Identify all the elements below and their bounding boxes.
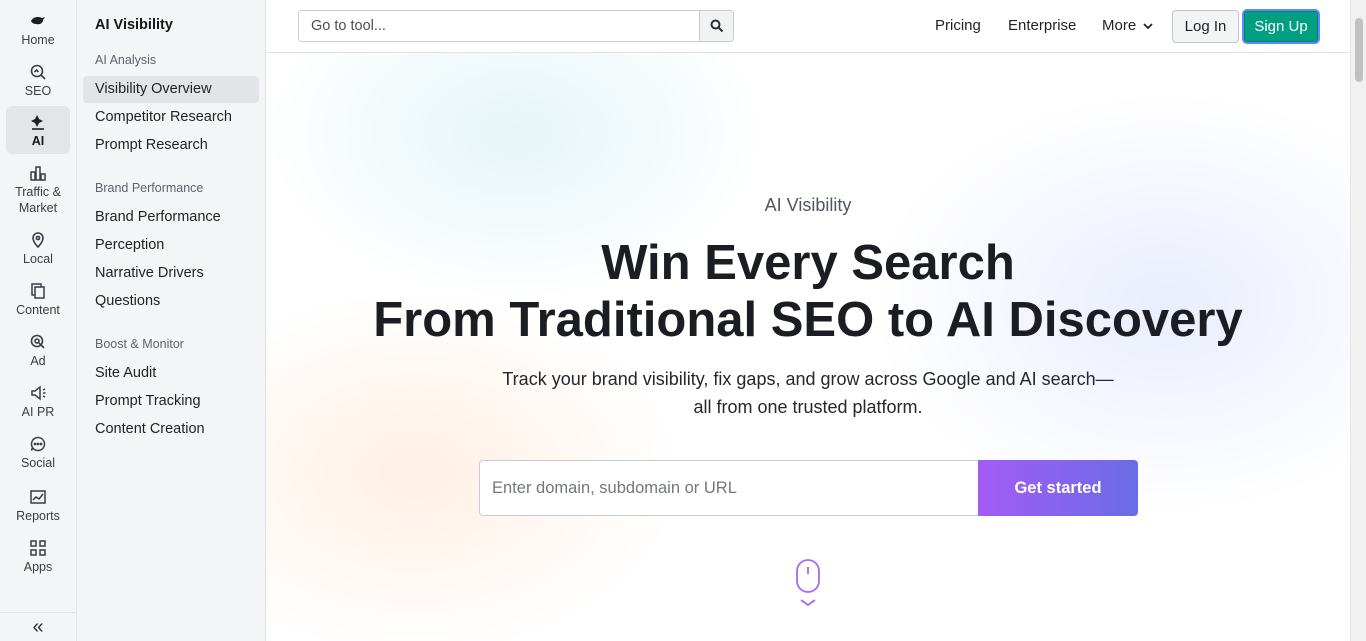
ai-icon <box>31 115 44 130</box>
sidebar-item-questions[interactable]: Questions <box>83 288 259 315</box>
rail-label-social: Social <box>20 456 56 470</box>
hero-headline: Win Every Search From Traditional SEO to… <box>266 235 1350 349</box>
sidebar-item-prompt-research[interactable]: Prompt Research <box>83 132 259 159</box>
rail-label-ai: AI <box>31 134 45 148</box>
rail-item-ad[interactable]: Ad <box>6 333 70 369</box>
chevron-down-icon <box>1143 22 1153 29</box>
reports-icon <box>30 490 46 504</box>
nav-more-menu[interactable]: More <box>1102 17 1154 34</box>
tool-search <box>298 10 734 42</box>
rail-label-reports: Reports <box>16 509 60 523</box>
content-icon <box>31 283 45 299</box>
traffic-market-icon <box>30 166 46 181</box>
hero-subtitle-line1: Track your brand visibility, fix gaps, a… <box>502 369 1114 389</box>
mouse-scroll-icon <box>796 559 820 607</box>
rail-label-apps: Apps <box>23 560 53 574</box>
sidebar-title: AI Visibility <box>95 17 173 33</box>
rail-label-local: Local <box>23 252 53 266</box>
secondary-sidebar: AI Visibility AI Analysis Visibility Ove… <box>77 0 266 641</box>
get-started-button[interactable]: Get started <box>978 460 1138 516</box>
rail-item-apps[interactable]: Apps <box>6 539 70 575</box>
hero-subtitle: Track your brand visibility, fix gaps, a… <box>266 365 1350 421</box>
rail-item-ai[interactable]: AI <box>6 106 70 154</box>
hero-eyebrow: AI Visibility <box>764 195 852 215</box>
rail-label-ad: Ad <box>30 354 46 368</box>
primary-rail: Home SEO AI Traffic & Market Local Conte… <box>0 0 77 641</box>
sidebar-item-visibility-overview[interactable]: Visibility Overview <box>83 76 259 103</box>
apps-icon <box>30 540 46 556</box>
nav-more-label: More <box>1102 17 1137 34</box>
rail-item-home[interactable]: Home <box>6 12 70 48</box>
search-icon <box>710 19 723 33</box>
seo-icon <box>30 64 46 80</box>
social-icon <box>30 436 46 452</box>
rail-label-traffic-market: Traffic & Market <box>15 185 61 215</box>
rail-item-ai-pr[interactable]: AI PR <box>6 384 70 420</box>
sidebar-item-competitor-research[interactable]: Competitor Research <box>83 104 259 131</box>
hero-subtitle-line2: all from one trusted platform. <box>693 397 923 417</box>
page-scrollbar[interactable] <box>1350 0 1366 641</box>
rail-item-content[interactable]: Content <box>6 282 70 318</box>
login-button[interactable]: Log In <box>1172 10 1239 43</box>
tool-search-button[interactable] <box>699 11 733 41</box>
hero-section: AI Visibility Win Every Search From Trad… <box>266 53 1350 641</box>
rail-item-seo[interactable]: SEO <box>6 63 70 99</box>
scrollbar-thumb[interactable] <box>1355 18 1363 82</box>
nav-pricing-link[interactable]: Pricing <box>935 17 981 34</box>
sidebar-group-label: Brand Performance <box>95 181 204 195</box>
rail-item-social[interactable]: Social <box>6 435 70 471</box>
location-pin-icon <box>32 232 44 249</box>
signup-button[interactable]: Sign Up <box>1242 9 1320 44</box>
rail-item-local[interactable]: Local <box>6 231 70 267</box>
rail-label-seo: SEO <box>24 84 52 98</box>
rail-label-content: Content <box>16 303 60 317</box>
sidebar-item-site-audit[interactable]: Site Audit <box>83 360 259 387</box>
collapse-sidebar-button[interactable]: « <box>0 612 76 641</box>
hero-headline-line2: From Traditional SEO to AI Discovery <box>373 293 1243 347</box>
hero-headline-line1: Win Every Search <box>601 236 1015 290</box>
domain-input[interactable] <box>479 460 978 516</box>
nav-enterprise-link[interactable]: Enterprise <box>1008 17 1076 34</box>
home-icon <box>31 17 45 25</box>
ad-icon <box>30 334 45 349</box>
sidebar-item-narrative-drivers[interactable]: Narrative Drivers <box>83 260 259 287</box>
sidebar-item-prompt-tracking[interactable]: Prompt Tracking <box>83 388 259 415</box>
sidebar-item-content-creation[interactable]: Content Creation <box>83 416 259 443</box>
domain-form: Get started <box>479 460 1138 516</box>
sidebar-group-label: AI Analysis <box>95 53 157 67</box>
tool-search-input[interactable] <box>299 11 699 41</box>
scroll-down-button[interactable] <box>774 549 842 617</box>
rail-label-ai-pr: AI PR <box>21 405 55 419</box>
ai-pr-icon <box>31 385 46 401</box>
rail-item-reports[interactable]: Reports <box>6 488 70 524</box>
rail-label-home: Home <box>21 33 55 47</box>
sidebar-group-label: Boost & Monitor <box>95 337 184 351</box>
sidebar-item-perception[interactable]: Perception <box>83 232 259 259</box>
double-chevron-left-icon: « <box>32 615 44 638</box>
top-bar: Pricing Enterprise More Log In Sign Up <box>266 0 1350 53</box>
sidebar-item-brand-performance[interactable]: Brand Performance <box>83 204 259 231</box>
rail-item-traffic-market[interactable]: Traffic & Market <box>6 164 70 216</box>
